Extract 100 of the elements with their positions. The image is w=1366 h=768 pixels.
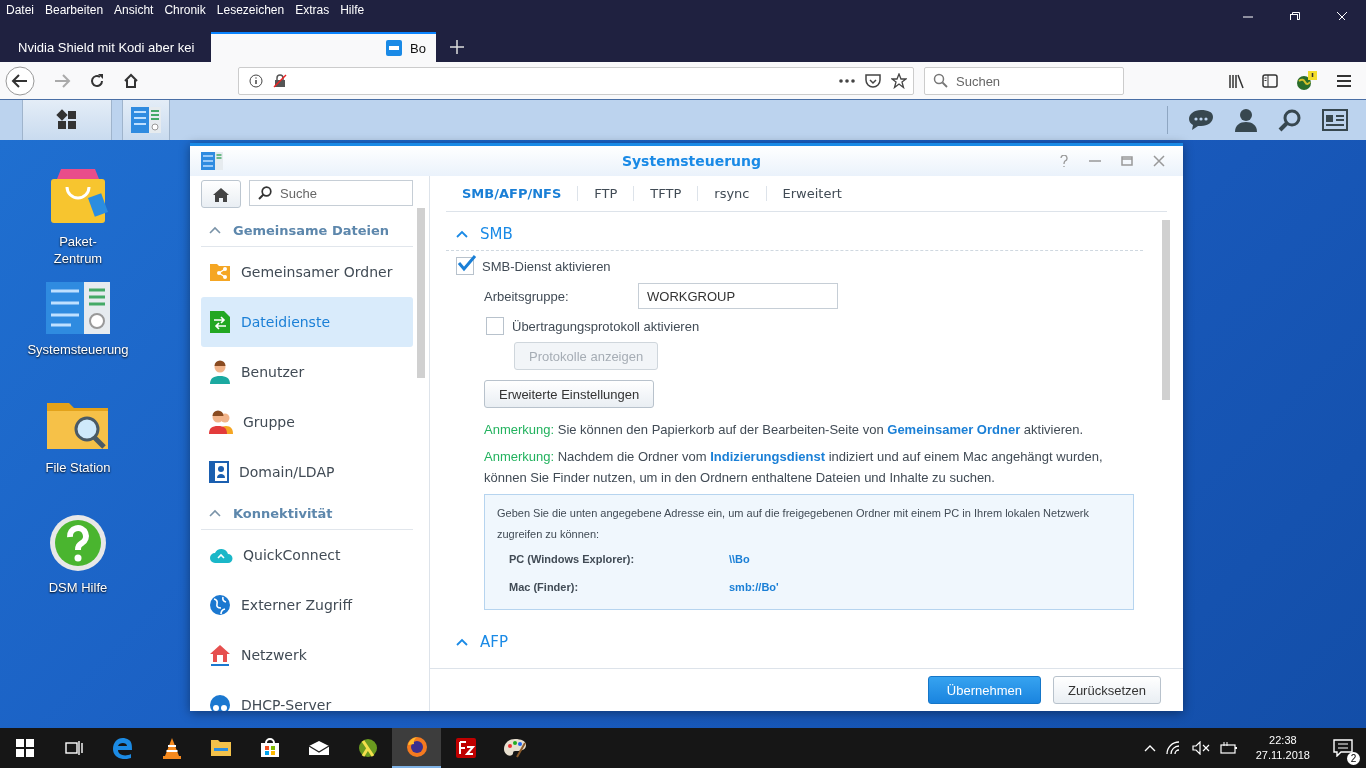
search-field[interactable]: Suche — [249, 180, 413, 206]
menu-item[interactable]: Chronik — [164, 3, 206, 17]
menu-item[interactable]: Bearbeiten — [45, 3, 104, 17]
home-icon[interactable] — [123, 72, 139, 89]
menu-item[interactable]: Extras — [295, 3, 330, 17]
maximize-icon[interactable] — [1121, 155, 1133, 167]
address-field[interactable] — [238, 67, 914, 95]
address-value: smb://Bo' — [729, 581, 779, 593]
section-heading[interactable]: AFP — [480, 633, 508, 651]
address-value: \\Bo — [729, 553, 750, 565]
desktop-icon-label[interactable]: DSM Hilfe — [48, 579, 108, 596]
folder-icon[interactable] — [209, 739, 232, 757]
help-icon[interactable] — [1059, 155, 1069, 167]
section-heading[interactable]: SMB — [480, 225, 513, 243]
tab[interactable]: rsync — [697, 186, 766, 201]
control-panel-icon[interactable] — [45, 281, 111, 335]
globe-alert-icon[interactable] — [1296, 70, 1318, 91]
reset-button[interactable]: Zurücksetzen — [1052, 676, 1161, 704]
lambda-icon[interactable] — [356, 737, 379, 759]
restore-icon[interactable] — [1289, 11, 1301, 23]
tab[interactable]: TFTP — [633, 186, 698, 201]
workgroup-field[interactable]: WORKGROUP — [638, 283, 838, 309]
traffic-cone-icon[interactable] — [161, 737, 182, 759]
wifi-icon[interactable] — [1165, 741, 1182, 755]
task-view-icon[interactable] — [64, 740, 83, 756]
fox-globe-icon[interactable] — [405, 736, 428, 758]
chevron-icon[interactable] — [456, 638, 468, 646]
muted-speaker-icon[interactable] — [1191, 741, 1210, 755]
sidebar-item[interactable]: Benutzer — [201, 347, 413, 397]
sidebar-item[interactable]: Netzwerk — [201, 630, 413, 680]
battery-plug-icon[interactable] — [1219, 741, 1238, 755]
shopping-bag-icon[interactable] — [259, 738, 280, 758]
menu-item[interactable]: Datei — [6, 3, 34, 17]
chat-icon[interactable] — [1188, 108, 1214, 132]
back-icon[interactable] — [5, 65, 35, 96]
info-icon[interactable] — [249, 74, 263, 88]
tab[interactable]: SMB/AFP/NFS — [446, 186, 578, 201]
note-text: Anmerkung: Sie können den Papierkorb auf der Bearbeiten-Seite von Gemeinsamer Ordner aktivieren. — [484, 421, 1085, 439]
section-heading[interactable]: Konnektivität — [233, 505, 333, 521]
desktop-icon-label[interactable]: Paket- Zentrum — [53, 233, 103, 267]
library-icon[interactable] — [1228, 72, 1244, 89]
control-panel-icon — [200, 151, 224, 171]
tab[interactable]: Erweitert — [765, 186, 858, 201]
sidebar-icon[interactable] — [1262, 73, 1278, 88]
sidebar-item[interactable]: Domain/LDAP — [201, 447, 413, 497]
sidebar-item[interactable]: DHCP-Server — [201, 680, 413, 711]
sidebar-item[interactable]: Gruppe — [201, 397, 413, 447]
windows-logo-icon[interactable] — [15, 739, 34, 757]
main-menu-button[interactable] — [22, 100, 112, 140]
search-field[interactable]: Suchen — [924, 67, 1124, 95]
section-heading[interactable]: Gemeinsame Dateien — [233, 222, 390, 238]
desktop-icon-label[interactable]: Systemsteuerung — [27, 341, 129, 358]
search-icon — [933, 73, 948, 88]
home-button[interactable] — [201, 180, 241, 208]
user-icon[interactable] — [1234, 108, 1258, 132]
notification-badge: 2 — [1347, 752, 1360, 765]
link[interactable]: Gemeinsamer Ordner — [887, 422, 1021, 437]
pocket-icon[interactable] — [865, 73, 881, 89]
search-icon[interactable] — [1278, 108, 1302, 132]
tab[interactable]: FTP — [577, 186, 634, 201]
help-icon[interactable] — [48, 513, 108, 573]
search-icon — [258, 186, 272, 200]
scrollbar-thumb[interactable] — [417, 208, 425, 378]
chevron-up-icon[interactable] — [1143, 744, 1156, 752]
menu-icon[interactable] — [1336, 73, 1352, 88]
id-card-icon — [209, 461, 229, 483]
more-icon[interactable] — [839, 79, 855, 83]
checkbox[interactable] — [456, 257, 474, 275]
menu-item[interactable]: Hilfe — [340, 3, 365, 17]
clock-time[interactable]: 22:38 — [1269, 733, 1297, 748]
sidebar-item[interactable]: QuickConnect — [201, 530, 413, 580]
sidebar-item[interactable]: Gemeinsamer Ordner — [201, 247, 413, 297]
menu-item[interactable]: Lesezeichen — [216, 3, 285, 17]
id-card-icon[interactable] — [1322, 109, 1348, 131]
menu-item[interactable]: Ansicht — [114, 3, 154, 17]
sidebar-item[interactable]: Externer Zugriff — [201, 580, 413, 630]
envelope-icon[interactable] — [307, 740, 330, 756]
field-label: Arbeitsgruppe: — [484, 288, 570, 304]
taskbar-app-button[interactable] — [122, 100, 170, 140]
chevron-icon[interactable] — [456, 230, 468, 238]
palette-icon[interactable] — [502, 737, 527, 759]
link[interactable]: Indizierungsdienst — [710, 449, 825, 464]
notification-icon[interactable] — [1333, 739, 1353, 757]
reload-icon[interactable] — [89, 72, 105, 89]
button[interactable]: Erweiterte Einstellungen — [484, 380, 655, 408]
browser-tab[interactable]: Nvidia Shield mit Kodi aber kei — [0, 32, 205, 62]
scrollbar-thumb[interactable] — [1162, 220, 1170, 400]
new-tab-icon[interactable] — [450, 40, 464, 54]
star-icon[interactable] — [891, 73, 907, 89]
chevron-icon[interactable] — [209, 509, 221, 517]
home-icon — [213, 186, 229, 202]
browser-tab[interactable]: Bo — [211, 32, 436, 62]
browser-e-icon[interactable] — [111, 737, 134, 759]
chevron-icon[interactable] — [209, 226, 221, 234]
checkbox[interactable] — [486, 317, 504, 335]
desktop-icon-label[interactable]: File Station — [45, 459, 111, 476]
insecure-lock-icon[interactable] — [273, 74, 287, 88]
info-text: Geben Sie die unten angegebene Adresse ein, um auf die freigegebenen Ordner mit einem PC in Ihrem lokalen Netzwerk zugreifen zu können: — [497, 506, 1090, 542]
clock-date[interactable]: 27.11.2018 — [1255, 748, 1310, 763]
ftp-client-icon[interactable] — [454, 737, 477, 759]
